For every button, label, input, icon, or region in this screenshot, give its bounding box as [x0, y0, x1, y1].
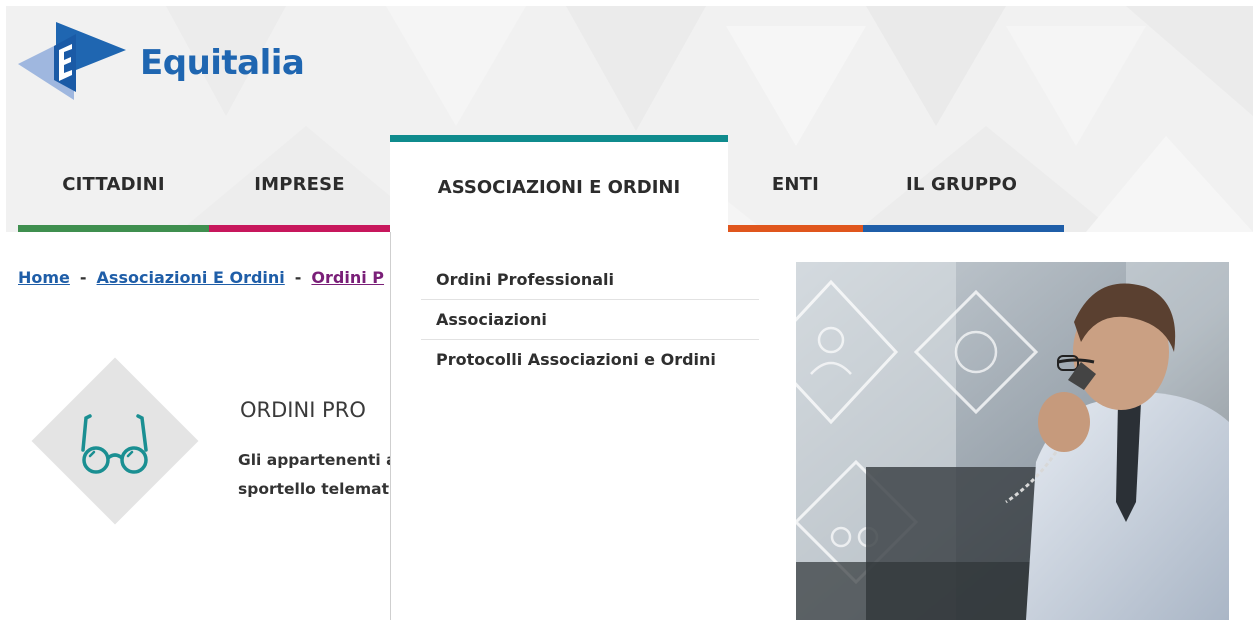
breadcrumb-separator: -: [294, 268, 302, 287]
nav-imprese[interactable]: IMPRESE: [209, 136, 390, 232]
dropdown-item-associazioni[interactable]: Associazioni: [421, 300, 759, 340]
nav-il-gruppo-label: IL GRUPPO: [906, 173, 1018, 195]
nav-il-gruppo-color-bar: [863, 225, 1064, 232]
section-title: ORDINI PRO: [240, 398, 366, 422]
nav-imprese-label: IMPRESE: [254, 173, 345, 195]
equitalia-logo[interactable]: Equitalia: [18, 20, 305, 100]
nav-il-gruppo[interactable]: IL GRUPPO: [863, 136, 1064, 232]
nav-enti-label: ENTI: [771, 173, 820, 195]
nav-dropdown-panel: Ordini Professionali Associazioni Protoc…: [390, 232, 1253, 620]
dropdown-menu: Ordini Professionali Associazioni Protoc…: [421, 260, 759, 379]
dropdown-item-ordini-professionali[interactable]: Ordini Professionali: [421, 260, 759, 300]
nav-imprese-color-bar: [209, 225, 390, 232]
breadcrumb: Home - Associazioni E Ordini - Ordini P: [18, 268, 384, 287]
glasses-icon: [81, 414, 148, 474]
nav-cittadini-color-bar: [18, 225, 209, 232]
nav-enti-color-bar: [728, 225, 863, 232]
breadcrumb-home-link[interactable]: Home: [18, 268, 70, 287]
nav-associazioni-e-ordini-label: ASSOCIAZIONI E ORDINI: [437, 176, 681, 198]
equitalia-e-icon: [18, 22, 126, 100]
businessman-on-phone-photo: [796, 262, 1229, 620]
nav-cittadini[interactable]: CITTADINI: [18, 136, 209, 232]
dropdown-item-protocolli[interactable]: Protocolli Associazioni e Ordini: [421, 340, 759, 379]
logo-text: Equitalia: [140, 43, 305, 83]
nav-associazioni-e-ordini[interactable]: ASSOCIAZIONI E ORDINI: [390, 135, 728, 232]
breadcrumb-associazioni-link[interactable]: Associazioni E Ordini: [97, 268, 285, 287]
breadcrumb-ordini-link[interactable]: Ordini P: [311, 268, 384, 287]
nav-enti[interactable]: ENTI: [728, 136, 863, 232]
breadcrumb-separator: -: [79, 268, 87, 287]
nav-cittadini-label: CITTADINI: [62, 173, 165, 195]
